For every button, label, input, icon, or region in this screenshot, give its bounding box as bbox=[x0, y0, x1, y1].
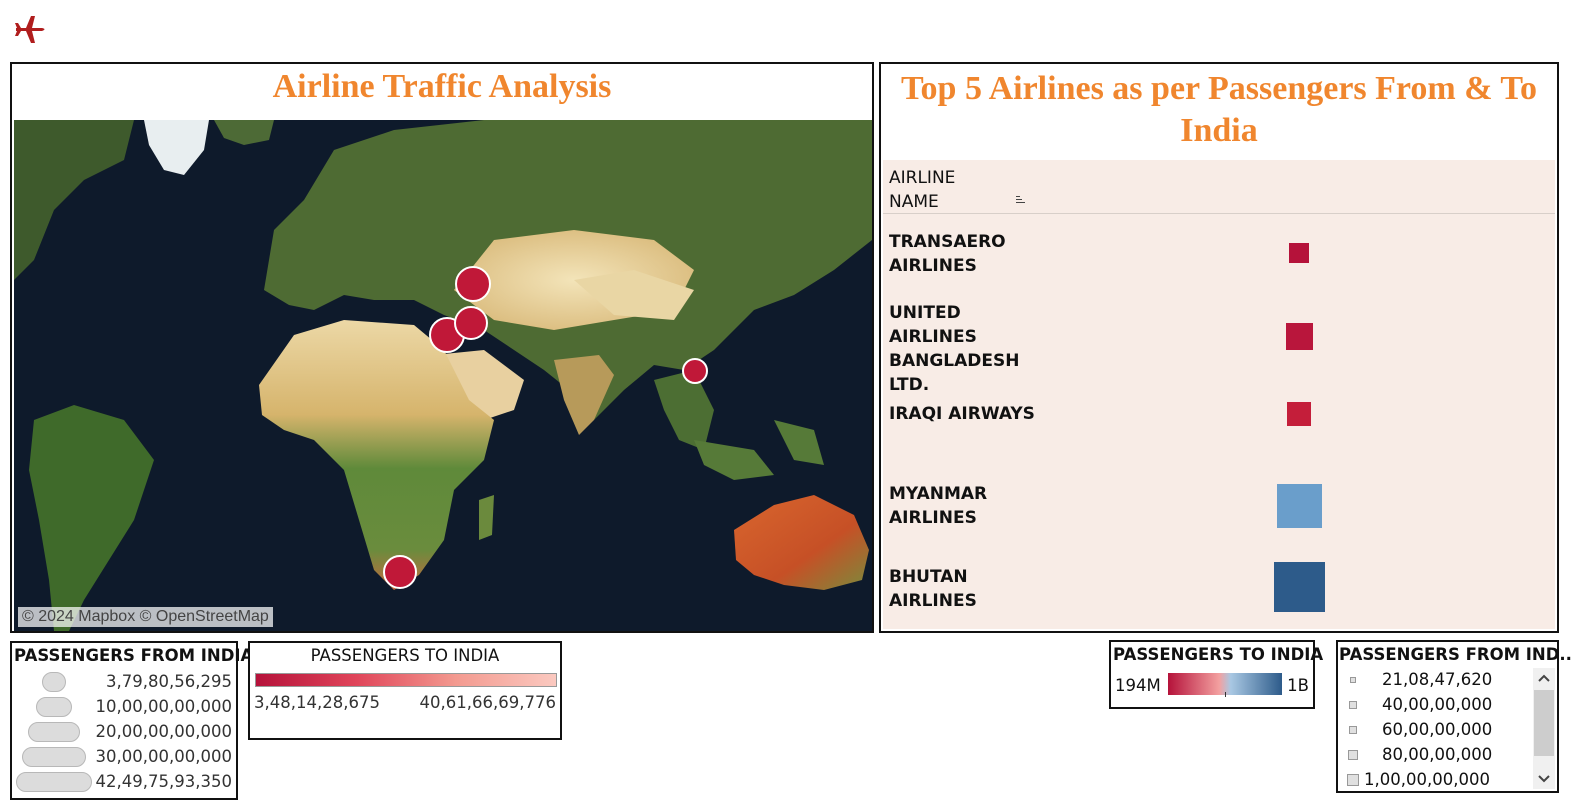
marker-black-sea[interactable] bbox=[455, 266, 491, 302]
marker-southeast-asia[interactable] bbox=[682, 358, 708, 384]
legend-item[interactable]: 10,00,00,00,000 bbox=[12, 695, 236, 720]
world-map[interactable]: © 2024 Mapbox © OpenStreetMap bbox=[14, 120, 872, 631]
ramp-max-label: 40,61,66,69,776 bbox=[419, 693, 556, 712]
passenger-square[interactable] bbox=[1289, 243, 1309, 263]
legend-scrollbar[interactable] bbox=[1533, 668, 1555, 789]
airline-name: BHUTAN AIRLINES bbox=[889, 567, 977, 611]
airline-name: MYANMAR AIRLINES bbox=[889, 484, 988, 528]
map-title: Airline Traffic Analysis bbox=[272, 68, 612, 105]
legend-title: PASSENGERS FROM INDIA bbox=[14, 646, 254, 665]
airline-table: AIRLINE NAME TRANSAERO AIRLINES UNITED A… bbox=[883, 160, 1555, 629]
legend-item[interactable]: 60,00,00,000 bbox=[1338, 720, 1528, 745]
top-airlines-panel: Top 5 Airlines as per Passengers From & … bbox=[879, 62, 1559, 633]
airline-name: UNITED AIRLINES BANGLADESH LTD. bbox=[889, 303, 1020, 395]
marker-south-africa[interactable] bbox=[383, 555, 417, 589]
color-ramp bbox=[255, 673, 557, 687]
airline-name: IRAQI AIRWAYS bbox=[889, 404, 1035, 424]
table-row[interactable]: MYANMAR AIRLINES bbox=[883, 476, 1555, 536]
legend-item[interactable]: 21,08,47,620 bbox=[1338, 670, 1528, 695]
legend-item[interactable]: 30,00,00,00,000 bbox=[12, 745, 236, 770]
passenger-square[interactable] bbox=[1277, 484, 1322, 528]
legend-passengers-from-india-small[interactable]: PASSENGERS FROM IND.. 21,08,47,620 40,00… bbox=[1336, 640, 1572, 795]
column-header-airline-name[interactable]: AIRLINE NAME bbox=[889, 166, 955, 214]
passenger-square[interactable] bbox=[1287, 402, 1311, 426]
passenger-square[interactable] bbox=[1274, 562, 1325, 612]
airplane-icon bbox=[12, 12, 48, 48]
marker-middle-east[interactable] bbox=[454, 306, 488, 340]
sort-icon[interactable] bbox=[1016, 194, 1026, 204]
table-row[interactable]: UNITED AIRLINES BANGLADESH LTD. bbox=[883, 298, 1555, 395]
legend-item[interactable]: 80,00,00,000 bbox=[1338, 745, 1528, 770]
passenger-square[interactable] bbox=[1286, 323, 1313, 350]
table-row[interactable]: BHUTAN AIRLINES bbox=[883, 558, 1555, 618]
legend-list: 21,08,47,620 40,00,00,000 60,00,00,000 8… bbox=[1338, 670, 1528, 795]
legend-item[interactable]: 40,00,00,000 bbox=[1338, 695, 1528, 720]
legend-passengers-to-india-diverging[interactable]: PASSENGERS TO INDIA 194M 1B bbox=[1109, 640, 1323, 709]
scroll-thumb[interactable] bbox=[1534, 690, 1554, 756]
legend-item[interactable]: 42,49,75,93,350 bbox=[12, 770, 236, 795]
chevron-down-icon[interactable] bbox=[1538, 774, 1550, 784]
table-row[interactable]: IRAQI AIRWAYS bbox=[883, 398, 1555, 438]
ramp-min-label: 3,48,14,28,675 bbox=[254, 693, 380, 712]
diverging-min-label: 194M bbox=[1115, 676, 1161, 695]
airline-name: TRANSAERO AIRLINES bbox=[889, 232, 1006, 276]
top-airlines-title: Top 5 Airlines as per Passengers From & … bbox=[901, 70, 1537, 149]
legend-passengers-to-india-color[interactable]: PASSENGERS TO INDIA 3,48,14,28,675 40,61… bbox=[248, 641, 562, 740]
legend-title: PASSENGERS TO INDIA bbox=[310, 646, 500, 665]
legend-title: PASSENGERS FROM IND.. bbox=[1339, 645, 1572, 664]
legend-title: PASSENGERS TO INDIA bbox=[1113, 645, 1324, 664]
legend-item[interactable]: 20,00,00,00,000 bbox=[12, 720, 236, 745]
table-header: AIRLINE NAME bbox=[883, 160, 1555, 214]
table-row[interactable]: TRANSAERO AIRLINES bbox=[883, 226, 1555, 286]
chevron-up-icon[interactable] bbox=[1538, 673, 1550, 683]
map-attribution[interactable]: © 2024 Mapbox © OpenStreetMap bbox=[18, 607, 273, 627]
map-panel: Airline Traffic Analysis © 2024 Mapbox ©… bbox=[10, 62, 874, 633]
legend-item[interactable]: 1,00,00,00,000 bbox=[1338, 770, 1528, 795]
diverging-max-label: 1B bbox=[1287, 676, 1309, 695]
legend-passengers-from-india-size[interactable]: PASSENGERS FROM INDIA 3,79,80,56,295 10,… bbox=[10, 641, 253, 800]
legend-item[interactable]: 3,79,80,56,295 bbox=[12, 670, 236, 695]
